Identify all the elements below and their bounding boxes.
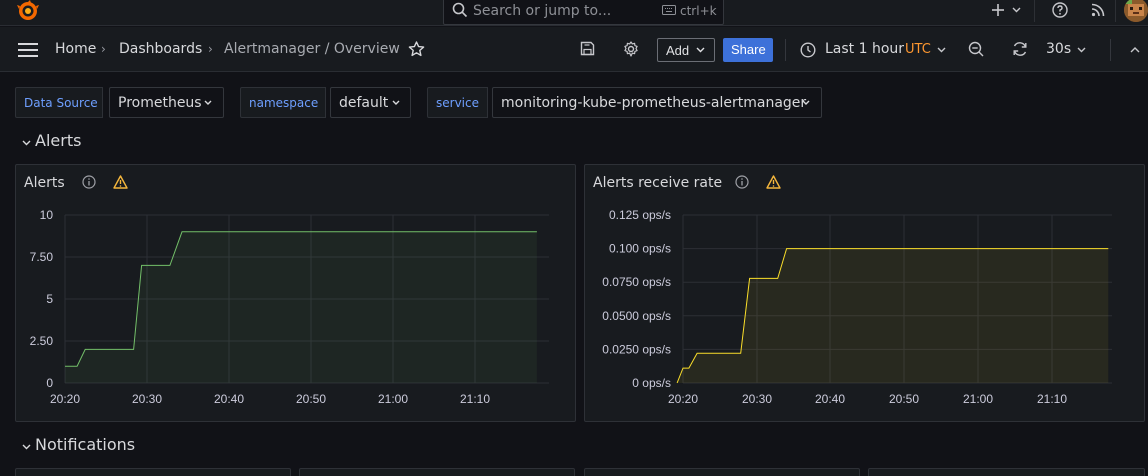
x-tick-label: 20:30 — [742, 392, 772, 406]
series-area — [65, 231, 537, 383]
panel-placeholder — [299, 468, 575, 476]
y-tick-label: 0.0250 ops/s — [602, 342, 671, 356]
alerts-receive-rate-line-chart[interactable]: 0 ops/s 0.0250 ops/s 0.0500 ops/s 0.0750 op… — [585, 165, 1146, 423]
service-select[interactable]: monitoring-kube-prometheus-alertmanager — [492, 87, 822, 118]
variable-label-namespace: namespace — [240, 87, 326, 118]
datasource-value: Prometheus — [118, 95, 202, 111]
panel-placeholder — [15, 468, 291, 476]
panel-placeholder — [584, 468, 860, 476]
keyboard-icon — [662, 5, 676, 15]
variable-label-text: Data Source — [24, 96, 98, 110]
add-button[interactable]: Add — [657, 38, 715, 62]
x-tick-label: 20:50 — [889, 392, 919, 406]
variable-label-datasource: Data Source — [15, 87, 103, 118]
add-button-label: Add — [666, 43, 690, 58]
breadcrumb-separator: › — [208, 42, 213, 56]
save-icon[interactable] — [580, 41, 595, 56]
share-button[interactable]: Share — [723, 38, 773, 62]
namespace-value: default — [339, 95, 389, 111]
x-tick-label: 20:40 — [214, 392, 244, 406]
search-placeholder: Search or jump to... — [473, 3, 612, 19]
divider — [1034, 0, 1035, 22]
x-tick-label: 21:00 — [378, 392, 408, 406]
divider — [1110, 39, 1111, 61]
user-avatar[interactable] — [1124, 0, 1148, 22]
top-bar: Search or jump to... ctrl+k — [0, 0, 1148, 26]
breadcrumb-dashboards[interactable]: Dashboards — [119, 41, 202, 57]
y-tick-label: 7.50 — [30, 250, 54, 264]
chevron-down-icon[interactable] — [22, 444, 31, 450]
x-tick-label: 20:50 — [296, 392, 326, 406]
datasource-select[interactable]: Prometheus — [109, 87, 224, 118]
y-tick-label: 0.100 ops/s — [609, 242, 671, 256]
y-tick-label: 0.0500 ops/s — [602, 309, 671, 323]
clock-icon — [800, 42, 816, 58]
divider — [1115, 0, 1116, 22]
settings-gear-icon[interactable] — [623, 41, 639, 57]
x-tick-label: 20:40 — [815, 392, 845, 406]
chevron-down-icon[interactable] — [22, 140, 31, 146]
refresh-interval-picker[interactable]: 30s — [1046, 41, 1071, 57]
time-range-label: Last 1 hour — [825, 41, 905, 57]
chevron-down-icon — [204, 100, 212, 105]
share-button-label: Share — [731, 42, 766, 57]
panel-alerts-receive-rate: Alerts receive rate 0 ops/s 0.0250 ops/s 0… — [584, 164, 1145, 422]
chevron-down-icon[interactable] — [1077, 47, 1086, 53]
y-tick-label: 0.0750 ops/s — [602, 275, 671, 289]
plus-icon[interactable] — [991, 3, 1005, 17]
search-bar[interactable]: Search or jump to... ctrl+k — [443, 0, 724, 25]
chevron-down-icon[interactable] — [1012, 7, 1021, 13]
y-tick-label: 0.125 ops/s — [609, 208, 671, 222]
x-tick-label: 20:30 — [132, 392, 162, 406]
breadcrumb-home[interactable]: Home — [55, 41, 96, 57]
row-title-alerts[interactable]: Alerts — [35, 131, 81, 150]
x-tick-label: 20:20 — [50, 392, 80, 406]
help-icon[interactable] — [1052, 2, 1068, 18]
alerts-line-chart[interactable]: 0 2.50 5 7.50 10 20:20 20:30 20:40 20:50 21:00 21:… — [16, 165, 577, 423]
service-value: monitoring-kube-prometheus-alertmanager — [501, 95, 807, 111]
news-feed-icon[interactable] — [1091, 3, 1105, 17]
search-shortcut: ctrl+k — [680, 4, 717, 18]
panel-placeholder — [868, 468, 1145, 476]
x-tick-label: 21:00 — [963, 392, 993, 406]
x-tick-label: 21:10 — [1037, 392, 1067, 406]
dashboard-nav-bar: Home › Dashboards › Alertmanager / Overv… — [0, 27, 1148, 72]
refresh-icon[interactable] — [1012, 41, 1028, 57]
y-tick-label: 10 — [40, 208, 54, 222]
variable-label-service: service — [427, 87, 488, 118]
x-tick-label: 21:10 — [460, 392, 490, 406]
search-icon — [452, 2, 468, 18]
y-tick-label: 5 — [46, 292, 53, 306]
row-title-notifications[interactable]: Notifications — [35, 435, 135, 454]
timezone-label: UTC — [905, 42, 931, 57]
star-icon[interactable] — [408, 41, 425, 57]
y-tick-label: 0 — [46, 376, 53, 390]
grafana-logo-icon[interactable] — [16, 0, 40, 24]
variable-label-text: service — [436, 96, 479, 110]
chevron-up-icon[interactable] — [1130, 47, 1140, 53]
chevron-down-icon — [937, 47, 946, 53]
chevron-down-icon — [392, 100, 400, 105]
menu-icon[interactable] — [18, 43, 38, 57]
panel-alerts: Alerts 0 2.50 5 7.50 10 20:20 20:30 20:40 20:50 2… — [15, 164, 576, 422]
breadcrumb-separator: › — [101, 42, 106, 56]
namespace-select[interactable]: default — [330, 87, 411, 118]
zoom-out-icon[interactable] — [968, 41, 984, 57]
divider — [785, 39, 786, 61]
y-tick-label: 2.50 — [30, 334, 54, 348]
breadcrumb-current: Alertmanager / Overview — [224, 41, 400, 57]
chevron-down-icon — [696, 47, 705, 53]
chevron-down-icon — [802, 100, 810, 105]
variable-label-text: namespace — [249, 96, 319, 110]
y-tick-label: 0 ops/s — [632, 376, 671, 390]
x-tick-label: 20:20 — [668, 392, 698, 406]
